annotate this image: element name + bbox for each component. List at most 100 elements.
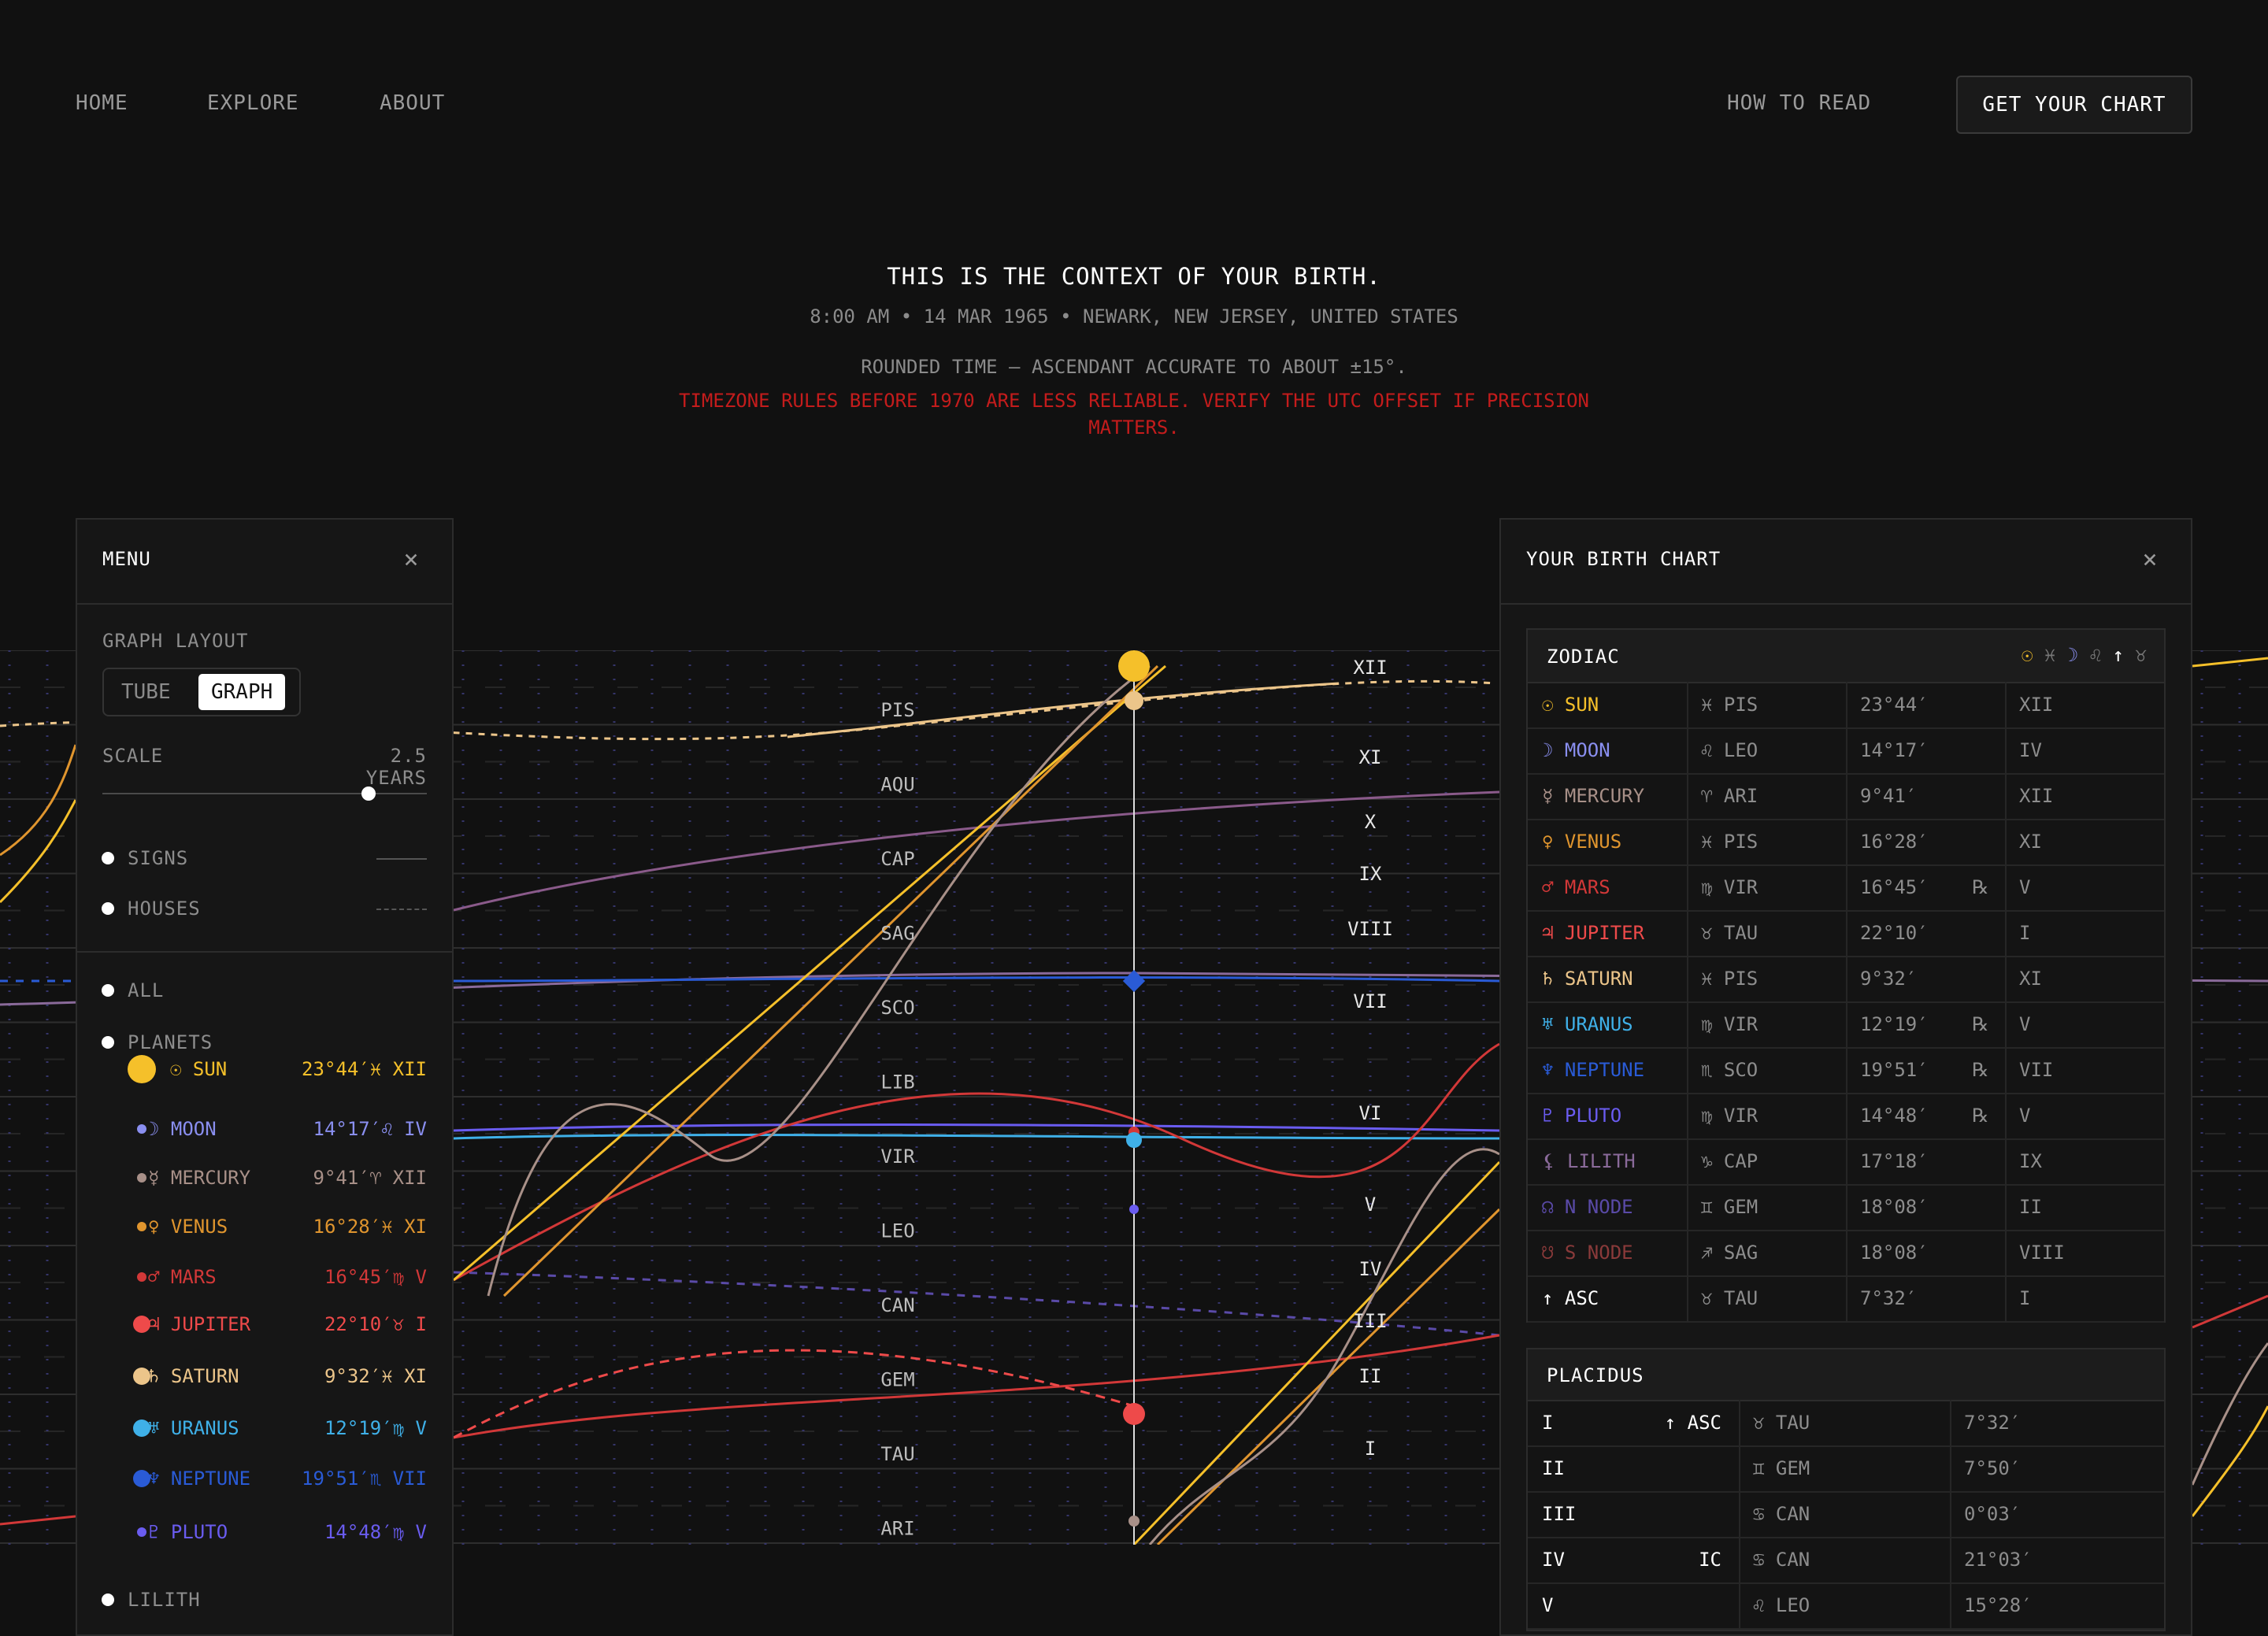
placidus-row[interactable]: V ♌ LEO 15°28′: [1528, 1582, 2164, 1630]
planet-row[interactable]: ♇ PLUTO 14°48′♍ V: [126, 1516, 427, 1548]
house-cell: V: [2019, 876, 2031, 898]
degree-cell: 15°28′: [1964, 1594, 2033, 1616]
scale-slider-track[interactable]: [102, 793, 427, 794]
house-cell: V: [2019, 1013, 2031, 1035]
house-cell: VII: [2019, 1059, 2054, 1081]
house-cell: I: [2019, 922, 2031, 944]
placidus-row[interactable]: I ↑ ASC ♉ TAU 7°32′: [1528, 1400, 2164, 1447]
nav-explore[interactable]: EXPLORE: [207, 91, 299, 115]
houses-label[interactable]: HOUSES: [128, 898, 201, 920]
zodiac-row[interactable]: ♆ NEPTUNE ♏ SCO 19°51′ ℞ VII: [1528, 1047, 2164, 1094]
cell-divider: [2005, 819, 2007, 864]
body-cell: ♄ SATURN: [1542, 968, 1633, 990]
sign-label: VIR: [880, 1146, 915, 1168]
lilith-label[interactable]: LILITH: [128, 1589, 201, 1611]
zodiac-row[interactable]: ♃ JUPITER ♉ TAU 22°10′ I: [1528, 910, 2164, 957]
pluto-track: [453, 1123, 1500, 1132]
planet-row[interactable]: ☉ SUN 23°44′♓ XII: [126, 1053, 427, 1085]
sign-cell: ♈ ARI: [1701, 785, 1758, 807]
planet-row[interactable]: ☽ MOON 14°17′♌ IV: [126, 1113, 427, 1145]
summary-glyph: ♓: [2044, 644, 2067, 666]
zodiac-table: ZODIAC ☉ ♓ ☽ ♌ ↑ ♉ ☉ SUN ♓ PIS 23°44′ XII ☽ …: [1526, 628, 2166, 1323]
retrograde-cell: [1972, 1275, 2005, 1321]
cell-divider: [1687, 727, 1688, 773]
planet-row[interactable]: ♃ JUPITER 22°10′♉ I: [126, 1308, 427, 1340]
uranus-track: [453, 1134, 1500, 1140]
signs-line-sample: [376, 858, 427, 860]
planet-row[interactable]: ♂ MARS 16°45′♍ V: [126, 1261, 427, 1293]
cell-divider: [2005, 682, 2007, 727]
zodiac-row[interactable]: ☊ N NODE ♊ GEM 18°08′ II: [1528, 1184, 2164, 1231]
zodiac-row[interactable]: ♀ VENUS ♓ PIS 16°28′ XI: [1528, 819, 2164, 866]
planet-position: 19°51′♏ VII: [302, 1468, 427, 1490]
retrograde-cell: [1972, 727, 2005, 773]
mars-edge-right: [2192, 1294, 2268, 1329]
body-cell: ☋ S NODE: [1542, 1242, 1633, 1264]
sign-cell: ♍ VIR: [1701, 1013, 1758, 1035]
zodiac-row[interactable]: ☉ SUN ♓ PIS 23°44′ XII: [1528, 682, 2164, 729]
house-cell: XII: [2019, 785, 2054, 807]
zodiac-row[interactable]: ♇ PLUTO ♍ VIR 14°48′ ℞ V: [1528, 1093, 2164, 1140]
cell-divider: [2005, 910, 2007, 956]
all-toggle-dot[interactable]: [102, 984, 114, 997]
birth-details: 8:00 AM • 14 MAR 1965 • NEWARK, NEW JERS…: [810, 305, 1458, 328]
cell-divider: [1846, 1047, 1847, 1093]
sign-label: AQU: [880, 774, 914, 796]
house-tag-cell: [1575, 1445, 1732, 1491]
summary-glyph: ☽: [2066, 644, 2090, 666]
nav-how-to-read[interactable]: HOW TO READ: [1727, 91, 1871, 115]
zodiac-row[interactable]: ⚸ LILITH ♑ CAP 17°18′ IX: [1528, 1138, 2164, 1186]
hero-title: THIS IS THE CONTEXT OF YOUR BIRTH.: [887, 263, 1381, 290]
scale-slider-thumb[interactable]: [361, 787, 376, 801]
degree-cell: 23°44′: [1860, 694, 1929, 716]
placidus-row[interactable]: II ♊ GEM 7°50′: [1528, 1445, 2164, 1493]
planet-row[interactable]: ♄ SATURN 9°32′♓ XI: [126, 1360, 427, 1392]
house-label: XII: [1353, 657, 1387, 679]
zodiac-row[interactable]: ♂ MARS ♍ VIR 16°45′ ℞ V: [1528, 864, 2164, 912]
mars-edge-left: [0, 1515, 76, 1526]
placidus-row[interactable]: III ♋ CAN 0°03′: [1528, 1491, 2164, 1538]
sign-label: LEO: [880, 1220, 914, 1242]
zodiac-row[interactable]: ☿ MERCURY ♈ ARI 9°41′ XII: [1528, 773, 2164, 820]
planet-position: 9°32′♓ XI: [324, 1365, 427, 1387]
graph-option[interactable]: GRAPH: [198, 674, 286, 710]
cell-divider: [1846, 1230, 1847, 1275]
nav-home[interactable]: HOME: [76, 91, 128, 115]
signs-toggle-dot[interactable]: [102, 852, 114, 864]
retrograde-cell: [1972, 910, 2005, 956]
cell-divider: [1687, 819, 1688, 864]
mercury-marker: [1128, 1516, 1140, 1527]
degree-cell: 7°32′: [1860, 1287, 1918, 1309]
close-icon[interactable]: ×: [2137, 546, 2162, 572]
zodiac-row[interactable]: ☽ MOON ♌ LEO 14°17′ IV: [1528, 727, 2164, 775]
cell-divider: [1846, 682, 1847, 727]
placidus-row[interactable]: IV IC ♋ CAN 21°03′: [1528, 1537, 2164, 1584]
summary-glyph: ☉: [2022, 644, 2044, 666]
lilith-toggle-dot[interactable]: [102, 1593, 114, 1606]
sign-cell: ♐ SAG: [1701, 1242, 1758, 1264]
planet-row[interactable]: ♀ VENUS 16°28′♓ XI: [126, 1211, 427, 1242]
degree-cell: 16°45′: [1860, 876, 1929, 898]
nav-about[interactable]: ABOUT: [380, 91, 445, 115]
retrograde-cell: [1972, 1138, 2005, 1184]
get-your-chart-button[interactable]: GET YOUR CHART: [1956, 76, 2192, 134]
zodiac-row[interactable]: ↑ ASC ♉ TAU 7°32′ I: [1528, 1275, 2164, 1323]
cell-divider: [1950, 1537, 1951, 1582]
planets-label[interactable]: PLANETS: [128, 1031, 213, 1053]
houses-toggle-dot[interactable]: [102, 902, 114, 915]
planet-row[interactable]: ☿ MERCURY 9°41′♈ XII: [126, 1162, 427, 1194]
cell-divider: [1846, 773, 1847, 819]
summary-glyph: ↑: [2112, 644, 2136, 666]
retrograde-cell: [1972, 1184, 2005, 1230]
signs-label[interactable]: SIGNS: [128, 847, 188, 869]
planet-row[interactable]: ♆ NEPTUNE 19°51′♏ VII: [126, 1463, 427, 1494]
all-label[interactable]: ALL: [128, 979, 164, 1001]
zodiac-row[interactable]: ♅ URANUS ♍ VIR 12°19′ ℞ V: [1528, 1001, 2164, 1049]
house-tag-cell: ↑ ASC: [1664, 1412, 1721, 1434]
tube-option[interactable]: TUBE: [109, 674, 183, 710]
planets-toggle-dot[interactable]: [102, 1036, 114, 1049]
planet-row[interactable]: ♅ URANUS 12°19′♍ V: [126, 1412, 427, 1444]
zodiac-row[interactable]: ☋ S NODE ♐ SAG 18°08′ VIII: [1528, 1230, 2164, 1277]
zodiac-row[interactable]: ♄ SATURN ♓ PIS 9°32′ XI: [1528, 956, 2164, 1003]
close-icon[interactable]: ×: [398, 546, 424, 572]
